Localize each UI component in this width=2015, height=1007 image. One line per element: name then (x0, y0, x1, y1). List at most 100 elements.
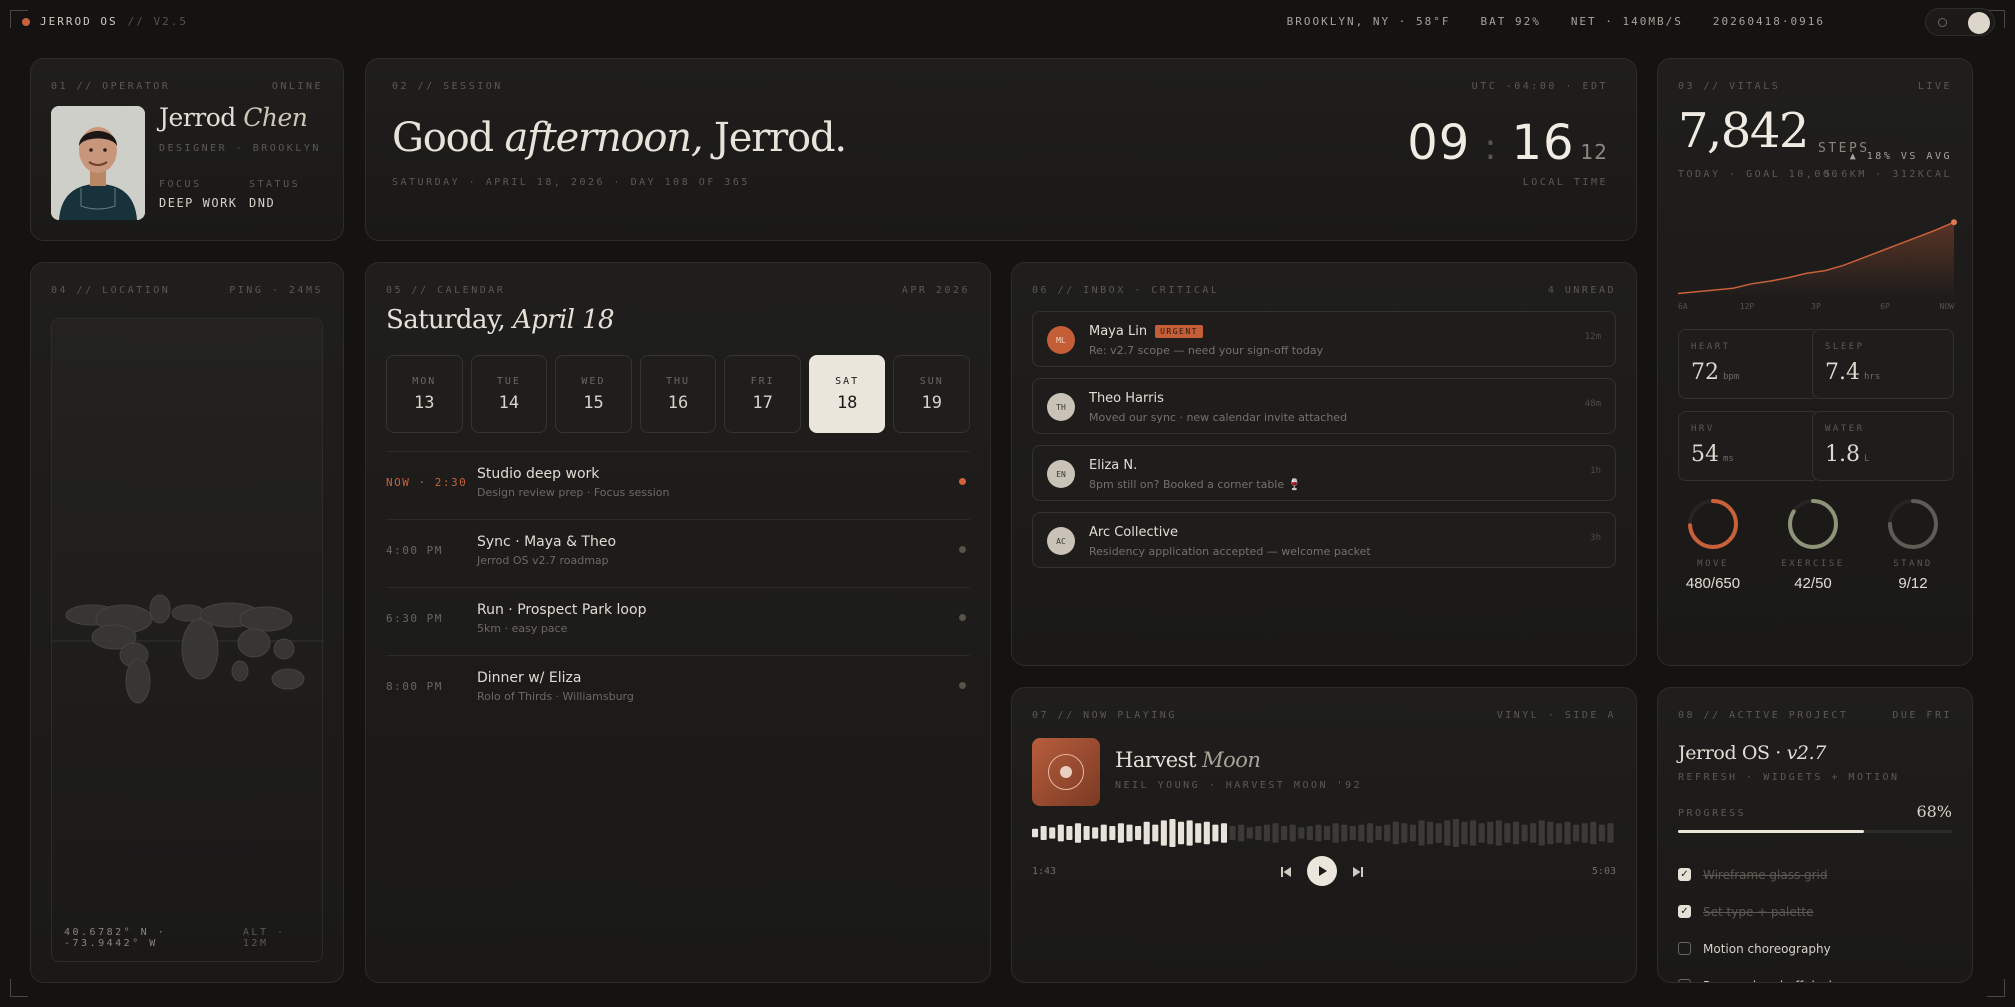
wave-bar (1272, 823, 1279, 843)
wave-bar (1495, 820, 1502, 846)
wave-bar (1564, 821, 1571, 845)
wave-bar (1220, 823, 1228, 843)
task-text: Wireframe glass grid (1703, 867, 1828, 882)
play-source: VINYL · SIDE A (1496, 710, 1616, 721)
day-number: 13 (414, 393, 435, 413)
greeting-time: afternoon, (504, 115, 703, 161)
wave-bar (1246, 827, 1253, 839)
day-wed[interactable]: WED 15 (555, 355, 632, 433)
checked-checkbox[interactable]: ✓ (1678, 905, 1691, 918)
progress-fill (1678, 830, 1865, 833)
event-name: Sync · Maya & Theo (477, 534, 617, 550)
sender-name: Eliza N. (1089, 458, 1138, 473)
track-title: Harvest Moon (1115, 748, 1261, 772)
vital-tile-water[interactable]: WATER 1.8 L (1812, 411, 1954, 481)
panel-header: 03 // VITALS LIVE (1678, 81, 1952, 92)
wave-bar (1109, 826, 1116, 840)
event-item[interactable]: 6:30 PM Run · Prospect Park loop 5km · eas… (386, 587, 970, 655)
project-version: v2.7 (1786, 742, 1827, 764)
mail-item[interactable]: TH Theo Harris Moved our sync · new calend… (1032, 378, 1616, 434)
progress-value: 68% (1916, 802, 1952, 821)
sender: Maya Lin URGENT (1089, 324, 1203, 339)
ring-exercise[interactable]: EXERCISE 42/50 (1768, 497, 1858, 592)
next-icon[interactable] (1352, 866, 1364, 878)
task-item[interactable]: ✓ Set type + palette (1678, 893, 1952, 930)
panel-label: 07 // NOW PLAYING (1032, 710, 1177, 721)
status-label: STATUS (249, 179, 301, 190)
wave-bar (1238, 824, 1245, 842)
checked-checkbox[interactable]: ✓ (1678, 868, 1691, 881)
ring-gauge (1888, 499, 1938, 549)
elapsed-time: 1:43 (1032, 866, 1057, 877)
wave-bar (1392, 821, 1399, 845)
session-panel: 02 // SESSION UTC -04:00 · EDT Good afte… (365, 58, 1637, 241)
steps-vs-average: ▲ 18% VS AVG (1849, 151, 1952, 162)
checkbox[interactable] (1678, 979, 1691, 982)
event-detail: 5km · easy pace (477, 622, 568, 635)
sun-icon (1938, 18, 1947, 27)
clock: 09 : 16 12 (1407, 115, 1608, 171)
wave-bar (1538, 820, 1545, 846)
day-name: SAT (835, 376, 860, 387)
wave-bar (1573, 824, 1580, 842)
vital-tile-heart[interactable]: HEART 72 bpm (1678, 329, 1820, 399)
theme-toggle[interactable] (1925, 8, 1995, 36)
mail-item[interactable]: ML Maya Lin URGENT Re: v2.7 scope — need yo… (1032, 311, 1616, 367)
day-sat[interactable]: SAT 18 (808, 355, 886, 433)
ring-gauge (1688, 499, 1738, 549)
sender-avatar: EN (1047, 460, 1075, 488)
ring-stand[interactable]: STAND 9/12 (1868, 497, 1958, 592)
toggle-knob[interactable] (1968, 12, 1990, 34)
event-item[interactable]: NOW · 2:30 Studio deep work Design review … (386, 451, 970, 519)
wave-bar (1418, 820, 1425, 846)
task-item[interactable]: ✓ Wireframe glass grid (1678, 856, 1952, 893)
frame-corner-br (1987, 979, 2005, 997)
wave-bar (1461, 821, 1468, 845)
vital-tile-hrv[interactable]: HRV 54 ms (1678, 411, 1820, 481)
artist: NEIL YOUNG · HARVEST MOON '92 (1115, 780, 1363, 791)
progress-label: PROGRESS (1678, 808, 1747, 819)
panel-header: 06 // INBOX · CRITICAL 4 UNREAD (1032, 285, 1616, 296)
wave-bar (1186, 820, 1193, 846)
ring-move[interactable]: MOVE 480/650 (1668, 497, 1758, 592)
day-thu[interactable]: THU 16 (639, 355, 717, 433)
chart-tick-label: 12P (1740, 302, 1755, 311)
ring-value: 9/12 (1898, 575, 1928, 592)
coordinates-bar: 40.6782° N · -73.9442° W ALT · 12M (64, 927, 310, 949)
waveform-scrubber[interactable] (1032, 818, 1616, 848)
event-time: 6:30 PM (386, 612, 443, 625)
tile-value-wrap: 72 bpm (1691, 360, 1739, 385)
task-item[interactable]: Prepare hand-off deck (1678, 967, 1952, 982)
panel-label: 01 // OPERATOR (51, 81, 171, 92)
event-item[interactable]: 8:00 PM Dinner w/ Eliza Rolo of Thirds · W… (386, 655, 970, 723)
mail-item[interactable]: EN Eliza N. 8pm still on? Booked a corner … (1032, 445, 1616, 501)
day-name: FRI (750, 376, 775, 387)
previous-icon[interactable] (1280, 866, 1292, 878)
vital-tile-sleep[interactable]: SLEEP 7.4 hrs (1812, 329, 1954, 399)
event-time: NOW · 2:30 (386, 476, 468, 489)
clock-hour: 09 (1407, 115, 1471, 171)
chart-tick-label: NOW (1940, 302, 1955, 311)
sender-name: Maya Lin (1089, 324, 1148, 339)
task-item[interactable]: Motion choreography (1678, 930, 1952, 967)
day-name: TUE (496, 376, 521, 387)
top-bar: JERROD OS // V2.5 BROOKLYN, NY · 58°F BA… (0, 0, 2015, 44)
day-mon[interactable]: MON 13 (386, 355, 463, 433)
chart-tick-label: 6A (1678, 302, 1688, 311)
play-button[interactable] (1307, 856, 1337, 886)
track-word-b: Moon (1202, 748, 1261, 772)
day-sun[interactable]: SUN 19 (893, 355, 971, 433)
weekday: Saturday, (386, 305, 506, 335)
task-text: Motion choreography (1703, 941, 1831, 956)
wave-bar (1581, 823, 1588, 843)
world-map[interactable]: 40.6782° N · -73.9442° W ALT · 12M (51, 318, 324, 962)
checkbox[interactable] (1678, 942, 1691, 955)
day-tue[interactable]: TUE 14 (470, 355, 548, 433)
day-fri[interactable]: FRI 17 (724, 355, 801, 433)
mail-item[interactable]: AC Arc Collective Residency application ac… (1032, 512, 1616, 568)
wave-bar (1478, 823, 1485, 843)
brand: JERROD OS // V2.5 (22, 15, 188, 28)
event-item[interactable]: 4:00 PM Sync · Maya & Theo Jerrod OS v2.7 … (386, 519, 970, 587)
mail-subject: Residency application accepted — welcome… (1089, 545, 1371, 558)
project-title: Jerrod OS · v2.7 (1678, 742, 1826, 764)
